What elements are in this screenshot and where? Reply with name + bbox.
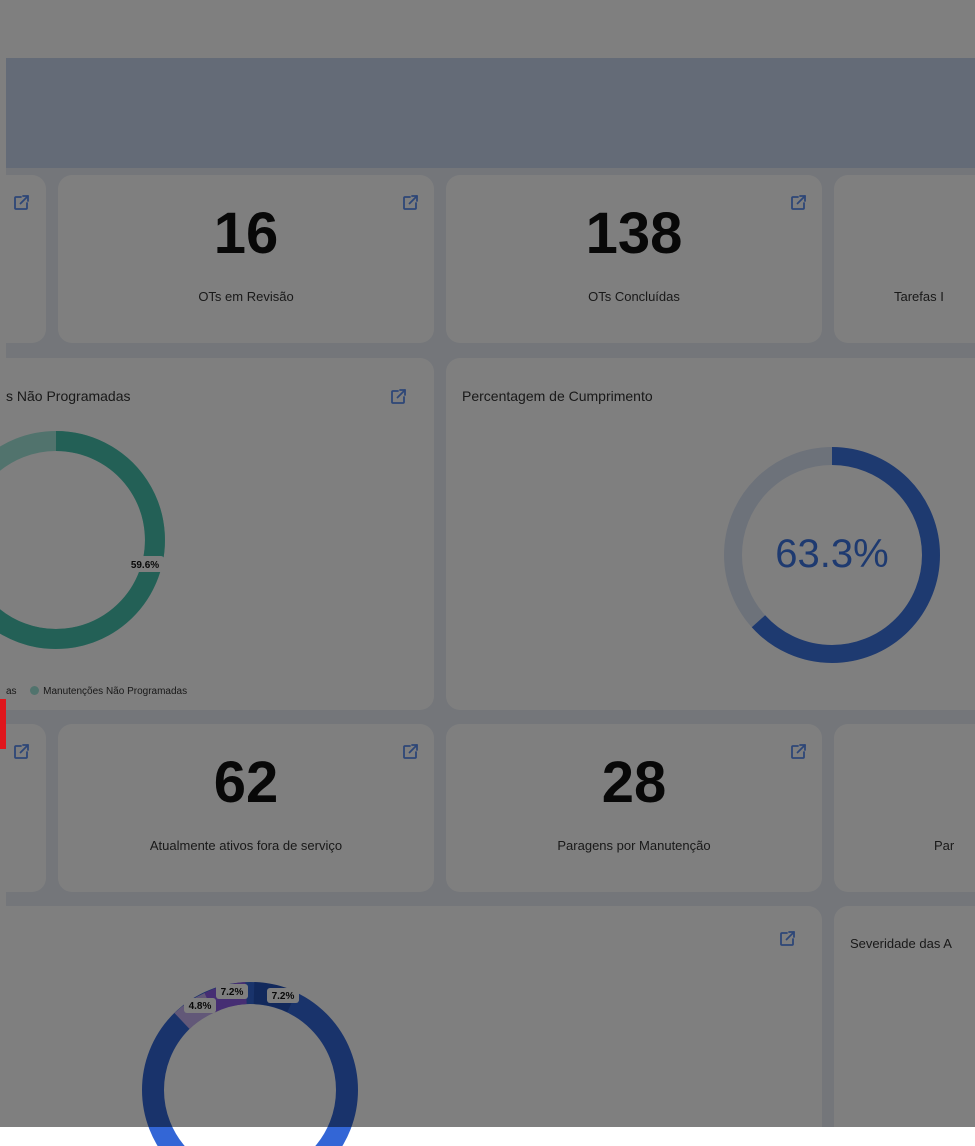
donut-chart-2: 7.2% 7.2% 4.8%	[142, 982, 358, 1146]
stat-card-partial-left-2[interactable]	[6, 724, 46, 892]
stat-card-paragens[interactable]: Par	[834, 724, 975, 892]
alert-marker	[0, 699, 6, 749]
stat-card-ativos-fora-servico[interactable]: 62 Atualmente ativos fora de serviço	[58, 724, 434, 892]
card-title: Severidade das A	[850, 936, 952, 951]
donut-slice-programadas	[0, 431, 165, 649]
top-bar	[6, 0, 975, 58]
stat-label: Atualmente ativos fora de serviço	[149, 838, 343, 853]
stat-card-tarefas[interactable]: Tarefas I	[834, 175, 975, 343]
data-label: 7.2%	[272, 991, 295, 1002]
legend-item-nao-programadas: Manutenções Não Programadas	[43, 686, 188, 697]
stat-label: OTs em Revisão	[198, 289, 294, 304]
stat-card-paragens-manutencao[interactable]: 28 Paragens por Manutenção	[446, 724, 822, 892]
stat-label: Par	[934, 838, 955, 853]
stat-card-ots-concluidas[interactable]: 138 OTs Concluídas	[446, 175, 822, 343]
legend-swatch	[30, 686, 40, 695]
stat-label: OTs Concluídas	[588, 289, 680, 304]
open-external-icon[interactable]	[12, 194, 30, 212]
stat-value: 62	[213, 750, 279, 815]
stat-label: Tarefas I	[894, 289, 944, 304]
header-banner	[6, 58, 975, 168]
gauge-value: 63.3%	[775, 532, 889, 576]
stat-card-ots-revisao[interactable]: 16 OTs em Revisão	[58, 175, 434, 343]
data-label: 4.8%	[189, 1001, 212, 1012]
stat-value: 28	[601, 750, 667, 815]
open-external-icon[interactable]	[12, 743, 30, 761]
data-label: 7.2%	[221, 987, 244, 998]
stat-value: 138	[585, 201, 683, 266]
stat-card-partial-left[interactable]	[6, 175, 46, 343]
card-manutencoes-nao-programadas: s Não Programadas 59.6% as Manutenções N…	[0, 358, 434, 710]
legend-item-left: as	[6, 686, 17, 697]
chart-legend: as Manutenções Não Programadas	[6, 686, 187, 697]
maint-donut-chart: 59.6%	[0, 431, 165, 649]
card-severidade: Severidade das A	[834, 906, 975, 1146]
stat-label: Paragens por Manutenção	[557, 838, 711, 853]
card-percentagem-cumprimento: Percentagem de Cumprimento 63.3%	[446, 358, 975, 710]
card-donut-chart-2: 7.2% 7.2% 4.8%	[0, 906, 822, 1146]
dashboard: 16 OTs em Revisão 138 OTs Concluídas Tar…	[0, 0, 975, 1146]
stat-value: 16	[213, 201, 279, 266]
data-label: 59.6%	[131, 560, 159, 571]
